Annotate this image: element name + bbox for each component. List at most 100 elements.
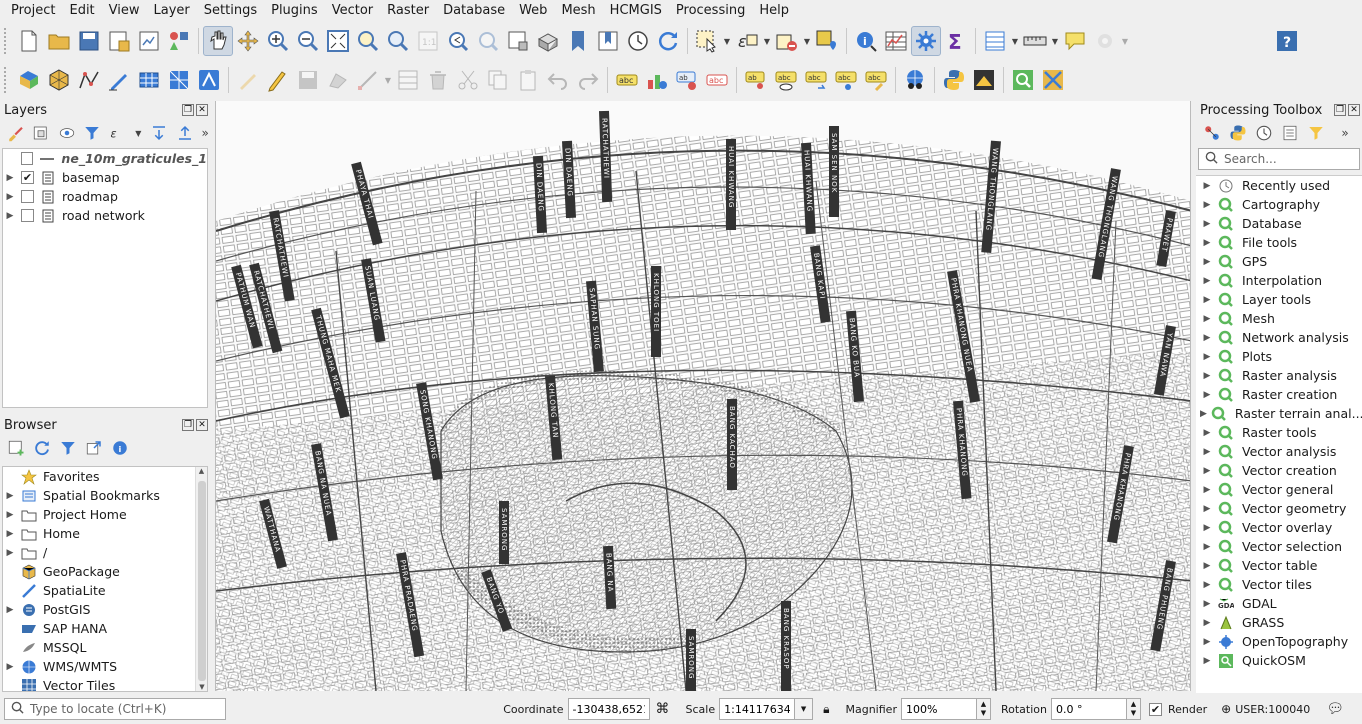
scale-dropdown-icon[interactable]: ▼ [795, 698, 814, 720]
layer-row[interactable]: ne_10m_graticules_1 [3, 149, 207, 168]
expand-arrow-icon[interactable]: ▶ [3, 192, 17, 202]
toolbox-provider-item[interactable]: ▶ QuickOSM [1196, 651, 1362, 670]
close-panel-icon[interactable]: ✕ [1348, 104, 1360, 116]
cut-features-icon[interactable] [453, 65, 483, 95]
filter-legend-icon[interactable] [83, 123, 103, 143]
toolbox-provider-item[interactable]: ▶ Interpolation [1196, 271, 1362, 290]
show-hide-labels-icon[interactable]: abc [702, 65, 732, 95]
quickosm-icon[interactable] [1008, 65, 1038, 95]
diagram-options-icon[interactable] [642, 65, 672, 95]
toolbox-provider-item[interactable]: ▶ File tools [1196, 233, 1362, 252]
history-icon[interactable] [1254, 123, 1274, 143]
browser-item[interactable]: Favorites [3, 467, 207, 486]
print-layout-icon[interactable] [134, 26, 164, 56]
toolbox-provider-item[interactable]: ▶ Raster terrain anal... [1196, 404, 1362, 423]
float-panel-icon[interactable]: ❐ [1334, 104, 1346, 116]
modify-attributes-icon[interactable] [393, 65, 423, 95]
toolbox-provider-item[interactable]: ▶ Raster analysis [1196, 366, 1362, 385]
select-by-location-icon[interactable] [812, 26, 842, 56]
toolbox-provider-item[interactable]: ▶ Vector table [1196, 556, 1362, 575]
new-temporary-layer-icon[interactable] [104, 65, 134, 95]
rotation-spinner[interactable]: ▲ ▼ [1126, 698, 1141, 720]
expand-arrow-icon[interactable]: ▶ [1200, 295, 1214, 305]
redo-icon[interactable] [573, 65, 603, 95]
float-panel-icon[interactable]: ❐ [182, 104, 194, 116]
expand-arrow-icon[interactable]: ▶ [1200, 523, 1214, 533]
zoom-to-selection-icon[interactable] [353, 26, 383, 56]
new-geopackage-icon[interactable] [44, 65, 74, 95]
open-layer-styling-icon[interactable] [6, 123, 26, 143]
toggle-editing-icon[interactable] [263, 65, 293, 95]
map-tips-icon[interactable] [1060, 26, 1090, 56]
select-features-icon[interactable] [692, 26, 722, 56]
menu-database[interactable]: Database [436, 0, 512, 22]
measure-line-icon[interactable] [1020, 26, 1050, 56]
toolbox-provider-item[interactable]: ▶ Raster creation [1196, 385, 1362, 404]
rotate-label-icon[interactable]: abc [801, 65, 831, 95]
attribute-table-icon[interactable] [881, 26, 911, 56]
map-canvas[interactable]: RATCHATHEWI DIN DAENG DIN DAENG RATCHATHEWI… [215, 101, 1191, 691]
expand-all-icon[interactable] [149, 123, 169, 143]
browser-item[interactable]: MSSQL [3, 638, 207, 657]
new-point-cloud-icon[interactable] [194, 65, 224, 95]
filter-by-expression-icon[interactable]: ε [108, 123, 128, 143]
expand-arrow-icon[interactable]: ▶ [1200, 656, 1214, 666]
menu-view[interactable]: View [102, 0, 147, 22]
select-by-expression-icon[interactable]: ε [732, 26, 762, 56]
toolbox-provider-item[interactable]: ▶ Vector analysis [1196, 442, 1362, 461]
expand-arrow-icon[interactable]: ▶ [1200, 409, 1207, 419]
statistics-sigma-icon[interactable]: Σ [941, 26, 971, 56]
browser-item[interactable]: ▶ Project Home [3, 505, 207, 524]
open-project-icon[interactable] [44, 26, 74, 56]
expand-arrow-icon[interactable]: ▶ [3, 510, 17, 520]
refresh-icon[interactable] [32, 438, 52, 458]
pin-labels-icon[interactable]: ab [672, 65, 702, 95]
browser-item[interactable]: SAP HANA [3, 619, 207, 638]
layer-row[interactable]: ▶ roadmap [3, 187, 207, 206]
new-shapefile-icon[interactable] [74, 65, 104, 95]
new-project-icon[interactable] [14, 26, 44, 56]
new-virtual-layer-icon[interactable] [134, 65, 164, 95]
browser-item[interactable]: ▶ Home [3, 524, 207, 543]
menu-help[interactable]: Help [752, 0, 796, 22]
globe-glasses-icon[interactable] [900, 65, 930, 95]
toolbox-provider-item[interactable]: ▶ GRASS [1196, 613, 1362, 632]
python-console-icon[interactable] [939, 65, 969, 95]
close-panel-icon[interactable]: ✕ [196, 104, 208, 116]
toolbox-provider-item[interactable]: ▶ Database [1196, 214, 1362, 233]
browser-item[interactable]: ▶ WMS/WMTS [3, 657, 207, 676]
save-project-icon[interactable] [74, 26, 104, 56]
expand-arrow-icon[interactable]: ▶ [1200, 314, 1214, 324]
new-3d-view-icon[interactable] [533, 26, 563, 56]
more-tools-icon[interactable]: » [1340, 126, 1350, 140]
zoom-in-icon[interactable] [263, 26, 293, 56]
copy-features-icon[interactable] [483, 65, 513, 95]
expand-arrow-icon[interactable]: ▶ [3, 662, 17, 672]
scale-field[interactable] [719, 698, 796, 720]
toolbox-provider-item[interactable]: ▶ Recently used [1196, 176, 1362, 195]
toolbox-provider-item[interactable]: ▶ Plots [1196, 347, 1362, 366]
browser-item[interactable]: SpatiaLite [3, 581, 207, 600]
models-icon[interactable] [1202, 123, 1222, 143]
expand-arrow-icon[interactable]: ▶ [1200, 333, 1214, 343]
zoom-out-icon[interactable] [293, 26, 323, 56]
deselect-features-icon[interactable] [772, 26, 802, 56]
pan-map-icon[interactable] [203, 26, 233, 56]
add-feature-icon[interactable] [323, 65, 353, 95]
delete-selected-icon[interactable] [423, 65, 453, 95]
edit-features-in-place-icon[interactable] [1306, 123, 1326, 143]
float-panel-icon[interactable]: ❐ [182, 419, 194, 431]
browser-item[interactable]: GeoPackage [3, 562, 207, 581]
menu-project[interactable]: Project [4, 0, 62, 22]
layer-row[interactable]: ▶ road network [3, 206, 207, 225]
magnifier-field[interactable] [900, 698, 977, 720]
magnifier-spinner[interactable]: ▲ ▼ [976, 698, 991, 720]
toolbox-provider-item[interactable]: ▶ Raster tools [1196, 423, 1362, 442]
expand-arrow-icon[interactable]: ▶ [1200, 504, 1214, 514]
browser-item[interactable]: ▶ / [3, 543, 207, 562]
toolbox-provider-item[interactable]: ▶ GPS [1196, 252, 1362, 271]
browser-item[interactable]: ▶ Spatial Bookmarks [3, 486, 207, 505]
identify-features-icon[interactable]: i [851, 26, 881, 56]
save-edits-icon[interactable] [293, 65, 323, 95]
new-map-view-icon[interactable] [503, 26, 533, 56]
